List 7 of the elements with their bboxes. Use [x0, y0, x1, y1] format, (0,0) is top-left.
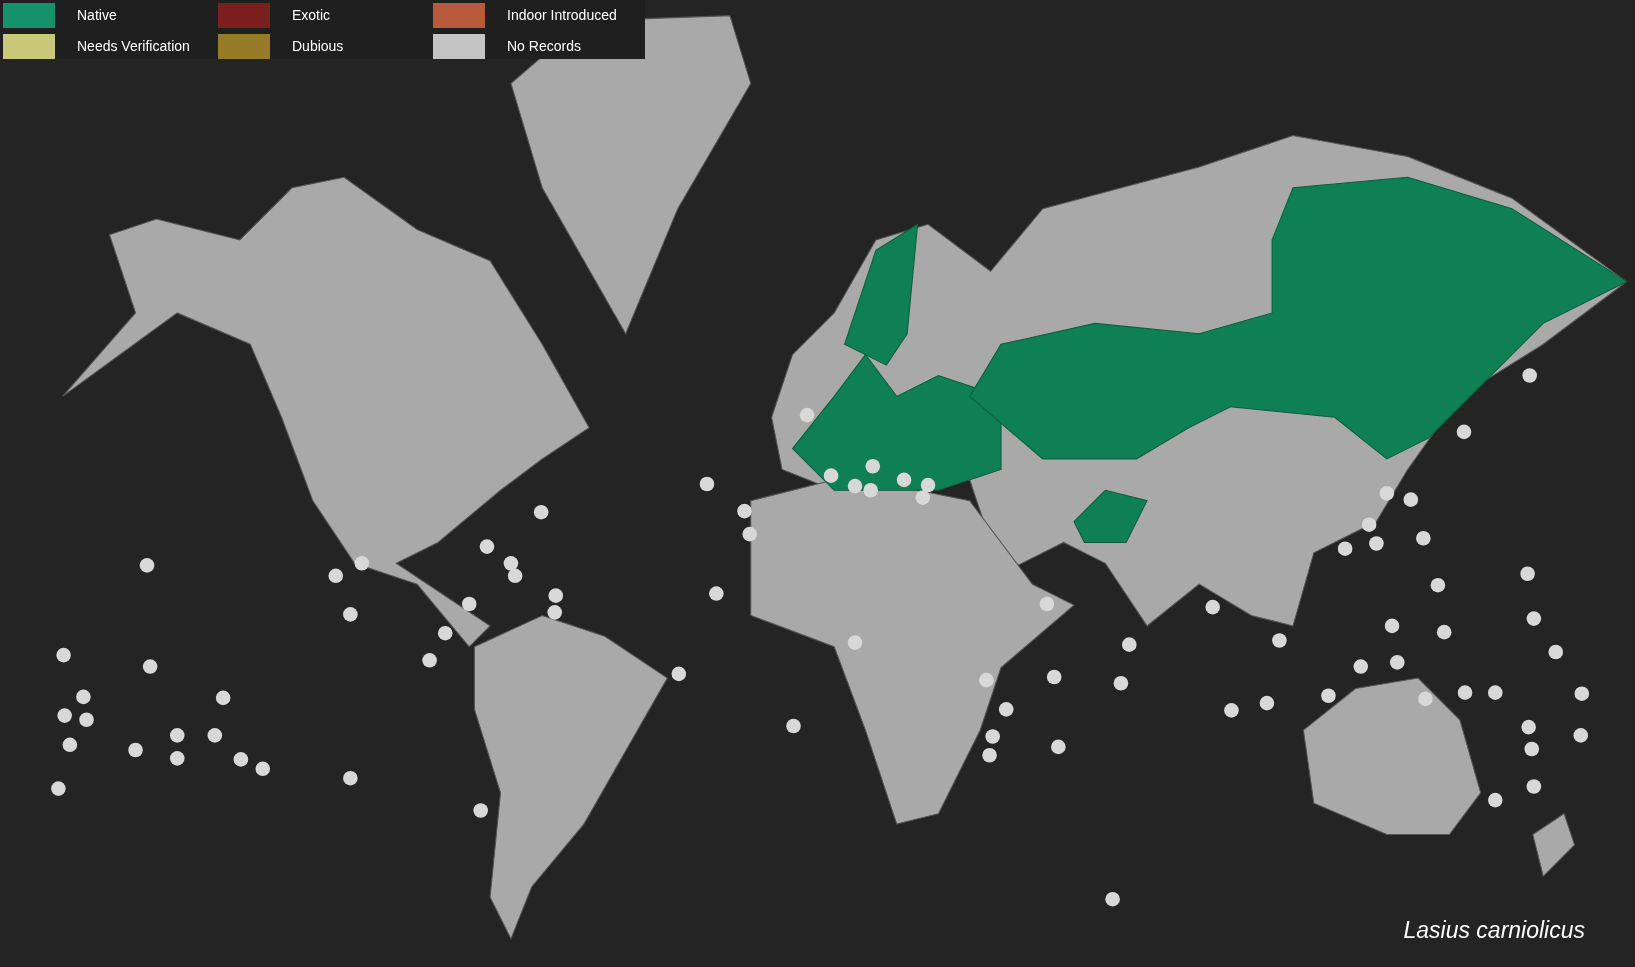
legend-label: Indoor Introduced — [507, 5, 617, 25]
legend-label: Needs Verification — [77, 36, 190, 56]
species-name: Lasius carniolicus — [1403, 915, 1585, 945]
legend-label: Dubious — [292, 36, 344, 56]
legend-label: Native — [77, 5, 117, 25]
legend-label: No Records — [507, 36, 581, 56]
legend-label: Exotic — [292, 5, 331, 25]
